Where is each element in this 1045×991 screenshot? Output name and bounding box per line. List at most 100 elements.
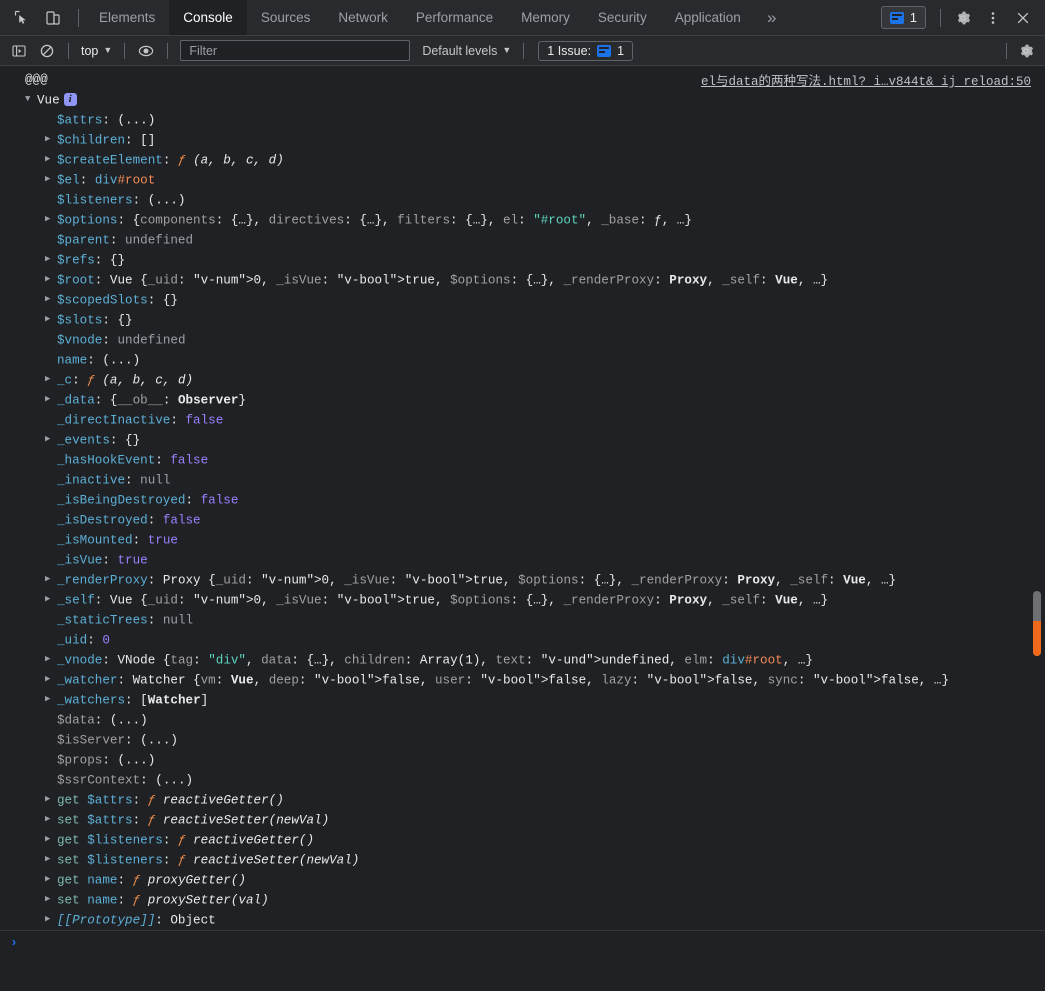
issues-toolbar-button[interactable]: 1 Issue: 1 xyxy=(538,40,634,61)
object-property-row[interactable]: ▶$data: (...) xyxy=(0,710,1045,730)
info-badge-icon[interactable]: i xyxy=(63,92,77,106)
chevron-right-icon[interactable]: ▶ xyxy=(45,870,57,889)
property-value: (...) xyxy=(117,753,156,768)
chevron-right-icon[interactable]: ▶ xyxy=(45,590,57,609)
object-property-row[interactable]: ▶ _watcher: Watcher {vm: Vue, deep: "v-bo… xyxy=(0,670,1045,690)
chevron-right-icon[interactable]: ▶ xyxy=(45,270,57,289)
chevron-right-icon[interactable]: ▶ xyxy=(45,210,57,229)
chevron-right-icon[interactable]: ▶ xyxy=(45,650,57,669)
object-property-row[interactable]: ▶name: (...) xyxy=(0,350,1045,370)
object-property-row[interactable]: ▶ _self: Vue {_uid: "v-num">0, _isVue: "v… xyxy=(0,590,1045,610)
log-levels-select[interactable]: Default levels ▼ xyxy=(418,42,515,60)
object-property-row[interactable]: ▶$props: (...) xyxy=(0,750,1045,770)
object-property-row[interactable]: ▶ $el: div#root xyxy=(0,170,1045,190)
close-icon[interactable] xyxy=(1009,4,1037,32)
console-scrollbar[interactable] xyxy=(1030,66,1043,961)
console-output[interactable]: el与data的两种写法.html?_i…v844t&_ij_reload:50… xyxy=(0,66,1045,961)
chevron-right-icon[interactable]: ▶ xyxy=(45,370,57,389)
object-property-row[interactable]: ▶ $slots: {} xyxy=(0,310,1045,330)
object-property-row[interactable]: ▶ _watchers: [Watcher] xyxy=(0,690,1045,710)
tab-security[interactable]: Security xyxy=(584,0,661,35)
object-property-row[interactable]: ▶ _renderProxy: Proxy {_uid: "v-num">0, _… xyxy=(0,570,1045,590)
tab-sources[interactable]: Sources xyxy=(247,0,325,35)
clear-console-icon[interactable] xyxy=(34,39,60,63)
chevron-right-icon[interactable]: ▶ xyxy=(45,810,57,829)
chevron-right-icon[interactable]: ▶ xyxy=(45,310,57,329)
chevron-right-icon[interactable]: ▶ xyxy=(45,690,57,709)
object-property-row[interactable]: ▶ $children: [] xyxy=(0,130,1045,150)
object-root-row[interactable]: ▼ Vue i xyxy=(0,90,1045,110)
object-property-row[interactable]: ▶$listeners: (...) xyxy=(0,190,1045,210)
object-property-row[interactable]: ▶ get $attrs: ƒ reactiveGetter() xyxy=(0,790,1045,810)
object-property-row[interactable]: ▶$ssrContext: (...) xyxy=(0,770,1045,790)
object-property-row[interactable]: ▶$vnode: undefined xyxy=(0,330,1045,350)
console-sidebar-icon[interactable] xyxy=(6,39,32,63)
object-property-row[interactable]: ▶ get $listeners: ƒ reactiveGetter() xyxy=(0,830,1045,850)
object-property-row[interactable]: ▶_directInactive: false xyxy=(0,410,1045,430)
chevron-right-icon[interactable]: ▶ xyxy=(45,830,57,849)
object-property-row[interactable]: ▶ $root: Vue {_uid: "v-num">0, _isVue: "v… xyxy=(0,270,1045,290)
chevron-right-icon[interactable]: ▶ xyxy=(45,850,57,869)
object-property-row[interactable]: ▶ $refs: {} xyxy=(0,250,1045,270)
tab-network[interactable]: Network xyxy=(324,0,402,35)
chevron-right-icon[interactable]: ▶ xyxy=(45,150,57,169)
object-property-row[interactable]: ▶_isVue: true xyxy=(0,550,1045,570)
chevron-right-icon[interactable]: ▶ xyxy=(45,290,57,309)
tab-application[interactable]: Application xyxy=(661,0,755,35)
object-property-row[interactable]: ▶ set name: ƒ proxySetter(val) xyxy=(0,890,1045,910)
object-property-row[interactable]: ▶$attrs: (...) xyxy=(0,110,1045,130)
object-property-row[interactable]: ▶ $scopedSlots: {} xyxy=(0,290,1045,310)
spacer: ▶ xyxy=(45,750,57,769)
chevron-right-icon[interactable]: ▶ xyxy=(45,130,57,149)
execution-context-select[interactable]: top ▼ xyxy=(77,42,116,60)
inspect-element-icon[interactable] xyxy=(8,5,34,31)
chevron-right-icon[interactable]: ▶ xyxy=(45,790,57,809)
object-property-row[interactable]: ▶ set $attrs: ƒ reactiveSetter(newVal) xyxy=(0,810,1045,830)
object-property-row[interactable]: ▶ $options: {components: {…}, directives:… xyxy=(0,210,1045,230)
property-name: _data xyxy=(57,393,95,408)
property-value: div#root xyxy=(94,173,156,188)
live-expression-eye-icon[interactable] xyxy=(133,39,159,63)
object-property-row[interactable]: ▶_isBeingDestroyed: false xyxy=(0,490,1045,510)
chevron-right-icon[interactable]: ▶ xyxy=(45,890,57,909)
chevron-right-icon[interactable]: ▶ xyxy=(45,570,57,589)
object-property-row[interactable]: ▶ get name: ƒ proxyGetter() xyxy=(0,870,1045,890)
filter-field[interactable] xyxy=(180,40,411,61)
object-property-row[interactable]: ▶ _data: {__ob__: Observer} xyxy=(0,390,1045,410)
gear-icon[interactable] xyxy=(949,4,977,32)
object-property-row[interactable]: ▶ _c: ƒ (a, b, c, d) xyxy=(0,370,1045,390)
object-property-row[interactable]: ▶ $createElement: ƒ (a, b, c, d) xyxy=(0,150,1045,170)
search-input[interactable] xyxy=(187,42,404,59)
object-property-row[interactable]: ▶ _events: {} xyxy=(0,430,1045,450)
object-property-row[interactable]: ▶ [[Prototype]]: Object xyxy=(0,910,1045,930)
property-value: Vue {_uid: "v-num">0 xyxy=(109,273,262,288)
object-property-row[interactable]: ▶ _vnode: VNode {tag: "div", data: {…}, c… xyxy=(0,650,1045,670)
object-property-row[interactable]: ▶ set $listeners: ƒ reactiveSetter(newVal… xyxy=(0,850,1045,870)
chevron-right-icon[interactable]: ▶ xyxy=(45,170,57,189)
more-tabs-icon[interactable]: » xyxy=(755,0,789,35)
tab-elements[interactable]: Elements xyxy=(85,0,169,35)
tab-performance[interactable]: Performance xyxy=(402,0,507,35)
object-property-row[interactable]: ▶_inactive: null xyxy=(0,470,1045,490)
chevron-right-icon[interactable]: ▶ xyxy=(45,910,57,929)
object-property-row[interactable]: ▶_isMounted: true xyxy=(0,530,1045,550)
chevron-down-icon[interactable]: ▼ xyxy=(25,90,37,109)
object-property-row[interactable]: ▶$isServer: (...) xyxy=(0,730,1045,750)
source-location-link[interactable]: el与data的两种写法.html?_i…v844t&_ij_reload:50 xyxy=(701,70,1031,89)
console-prompt[interactable]: › xyxy=(0,931,1045,961)
tab-console[interactable]: Console xyxy=(169,0,247,35)
chevron-right-icon[interactable]: ▶ xyxy=(45,390,57,409)
tab-memory[interactable]: Memory xyxy=(507,0,584,35)
more-options-icon[interactable] xyxy=(979,4,1007,32)
chevron-right-icon[interactable]: ▶ xyxy=(45,430,57,449)
object-property-row[interactable]: ▶$parent: undefined xyxy=(0,230,1045,250)
chevron-right-icon[interactable]: ▶ xyxy=(45,250,57,269)
console-settings-gear-icon[interactable] xyxy=(1013,39,1039,63)
chevron-right-icon[interactable]: ▶ xyxy=(45,670,57,689)
object-property-row[interactable]: ▶_uid: 0 xyxy=(0,630,1045,650)
issues-counter-button[interactable]: 1 xyxy=(880,6,926,29)
device-toolbar-icon[interactable] xyxy=(40,5,66,31)
object-property-row[interactable]: ▶_staticTrees: null xyxy=(0,610,1045,630)
object-property-row[interactable]: ▶_isDestroyed: false xyxy=(0,510,1045,530)
object-property-row[interactable]: ▶_hasHookEvent: false xyxy=(0,450,1045,470)
